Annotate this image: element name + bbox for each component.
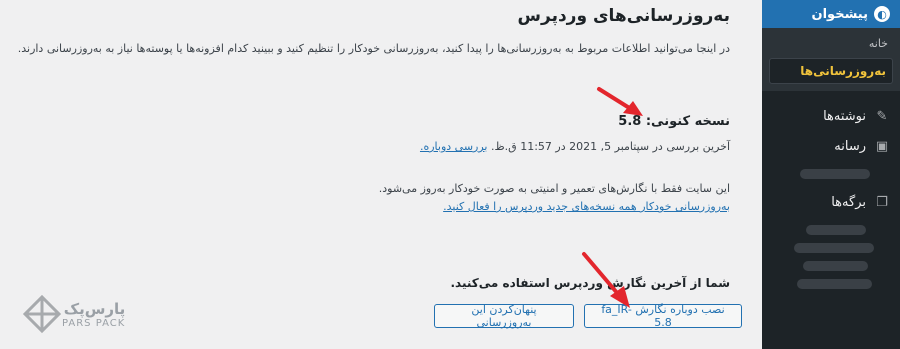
sidebar-subitem-updates[interactable]: به‌روزرسانی‌ها	[769, 58, 893, 84]
logo-fa-text: پارس‌پک	[63, 299, 126, 318]
annotation-arrow-top	[597, 87, 643, 116]
media-icon: ▣	[875, 138, 889, 154]
parspack-logo: پارس‌پک PARS PACK	[22, 294, 131, 334]
sidebar-item-posts-label: نوشته‌ها	[823, 108, 866, 124]
sidebar-item-media[interactable]: ▣ رسانه	[762, 131, 900, 161]
dashboard-submenu: خانه به‌روزرسانی‌ها	[762, 28, 900, 91]
sidebar-item-dashboard-label: پیشخوان	[811, 6, 869, 22]
pin-icon: ✎	[876, 108, 888, 124]
sidebar-item-media-label: رسانه	[834, 138, 866, 154]
enable-auto-updates-link[interactable]: به‌روزرسانی خودکار همه نسخه‌های جدید ورد…	[443, 200, 730, 213]
dashboard-icon: ◐	[874, 6, 890, 22]
hide-update-button[interactable]: پنهان‌کردن این به‌روزرسانی	[434, 303, 574, 329]
blurred-item	[803, 261, 868, 271]
parspack-logo-icon	[22, 294, 62, 334]
last-checked: آخرین بررسی در سپتامبر 5, 2021 در 11:57 …	[420, 140, 730, 153]
admin-sidebar: ◐ پیشخوان خانه به‌روزرسانی‌ها ✎ نوشته‌ها…	[762, 0, 900, 349]
sidebar-item-posts[interactable]: ✎ نوشته‌ها	[762, 101, 900, 131]
check-again-link[interactable]: بررسی دوباره.	[420, 140, 488, 153]
intro-text: در اینجا می‌توانید اطلاعات مربوط به به‌ر…	[17, 42, 730, 55]
blurred-item	[800, 169, 870, 179]
logo-en-text: PARS PACK	[62, 317, 126, 329]
blurred-item	[806, 225, 866, 235]
sidebar-item-dashboard[interactable]: ◐ پیشخوان	[762, 0, 900, 28]
security-note: این سایت فقط با نگارش‌های تعمیر و امنیتی…	[378, 182, 730, 195]
annotation-arrow-bottom	[582, 252, 630, 308]
page-title: به‌روزرسانی‌های وردپرس	[517, 6, 730, 26]
sidebar-subitem-home[interactable]: خانه	[762, 34, 900, 53]
blurred-item	[794, 243, 874, 253]
last-checked-text: آخرین بررسی در سپتامبر 5, 2021 در 11:57 …	[491, 140, 730, 153]
pages-icon: ❐	[876, 194, 888, 210]
sidebar-item-pages[interactable]: ❐ برگه‌ها	[762, 187, 900, 217]
enable-auto-updates: به‌روزرسانی خودکار همه نسخه‌های جدید ورد…	[443, 200, 730, 213]
sidebar-item-pages-label: برگه‌ها	[831, 194, 866, 210]
blurred-item	[797, 279, 872, 289]
main-content: به‌روزرسانی‌های وردپرس در اینجا می‌توانی…	[0, 0, 762, 349]
